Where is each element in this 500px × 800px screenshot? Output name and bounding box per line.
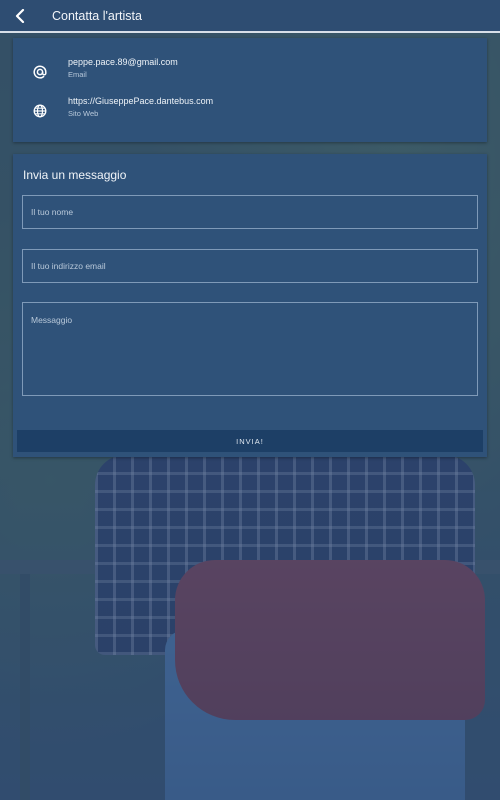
contact-email-row[interactable]: peppe.pace.89@gmail.com Email: [13, 57, 487, 87]
contact-email-label: Email: [68, 70, 87, 79]
name-input[interactable]: [22, 195, 478, 229]
contact-info-card: peppe.pace.89@gmail.com Email https://Gi…: [13, 38, 487, 142]
message-form-card: Invia un messaggio INVIA!: [13, 154, 487, 457]
contact-website-label: Sito Web: [68, 109, 99, 118]
back-button[interactable]: [10, 6, 30, 26]
globe-icon: [31, 102, 49, 120]
contact-website-row[interactable]: https://GiuseppePace.dantebus.com Sito W…: [13, 96, 487, 126]
app-header: Contatta l'artista: [0, 0, 500, 33]
form-title: Invia un messaggio: [23, 168, 127, 182]
chevron-left-icon: [15, 8, 25, 23]
send-button[interactable]: INVIA!: [17, 430, 483, 452]
email-input[interactable]: [22, 249, 478, 283]
contact-website-value: https://GiuseppePace.dantebus.com: [68, 96, 214, 106]
message-textarea[interactable]: [22, 302, 478, 396]
at-sign-icon: [31, 63, 49, 81]
contact-email-value: peppe.pace.89@gmail.com: [68, 57, 178, 67]
page-title: Contatta l'artista: [52, 8, 142, 23]
